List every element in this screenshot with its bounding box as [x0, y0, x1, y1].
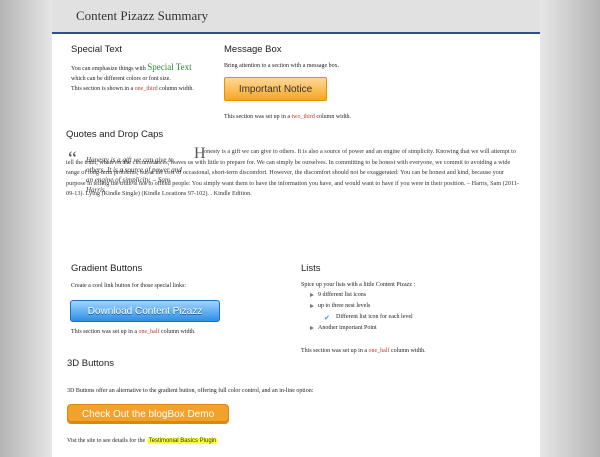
triangle-bullet-icon — [310, 326, 314, 330]
gradient-buttons-desc: Create a cool link button for those spec… — [71, 283, 186, 289]
quote-mark-icon: “ — [68, 148, 77, 170]
column-code: one_half — [138, 329, 160, 335]
gradient-buttons-note: This section was set up in a one_half co… — [71, 329, 196, 335]
triangle-bullet-icon — [310, 293, 314, 297]
page-header: Content Pizazz Summary — [52, 0, 540, 34]
column-code: one_third — [134, 86, 158, 92]
lists-note: This section was set up in a one_half co… — [301, 348, 426, 354]
3d-buttons-heading: 3D Buttons — [67, 358, 114, 369]
lists-heading: Lists — [301, 263, 321, 274]
page-title: Content Pizazz Summary — [76, 8, 209, 23]
special-text-desc: You can emphasize things with Special Te… — [71, 62, 194, 92]
message-box-note: This section was set up in a two_third c… — [224, 114, 352, 120]
list-item: Another important Point — [306, 323, 413, 334]
lists-desc: Spice up your lists with a little Conten… — [301, 282, 416, 288]
triangle-bullet-icon — [310, 304, 314, 308]
3d-buttons-desc: 3D Buttons offer an alternative to the g… — [67, 388, 314, 394]
testimonial-plugin-link[interactable]: Testimonial Basics Plugin — [146, 438, 219, 444]
quotes-heading: Quotes and Drop Caps — [66, 129, 164, 140]
column-code: two_third — [291, 114, 315, 120]
blogbox-demo-button[interactable]: Check Out the blogBox Demo — [67, 404, 229, 424]
pullquote: Honesty is a gift we can give to others.… — [86, 156, 182, 194]
message-box-desc: Bring attention to a section with a mess… — [224, 63, 340, 69]
important-notice-box: Important Notice — [224, 77, 327, 101]
drop-cap: H — [194, 145, 206, 162]
gradient-buttons-heading: Gradient Buttons — [71, 263, 143, 274]
feature-list: 9 different list icons up to three nest … — [306, 290, 413, 334]
message-box-heading: Message Box — [224, 44, 282, 55]
list-item-nested: ✔ Different list icon for each level — [324, 314, 413, 322]
list-item: 9 different list icons — [306, 290, 413, 301]
special-text-sample: Special Text — [147, 62, 192, 72]
list-item: up to three nest levels — [306, 301, 413, 312]
column-code: one_half — [368, 348, 390, 354]
visit-line: Vist the site to see details for the Tes… — [67, 438, 219, 444]
special-text-heading: Special Text — [71, 44, 123, 55]
download-button[interactable]: Download Content Pizazz — [70, 300, 220, 322]
